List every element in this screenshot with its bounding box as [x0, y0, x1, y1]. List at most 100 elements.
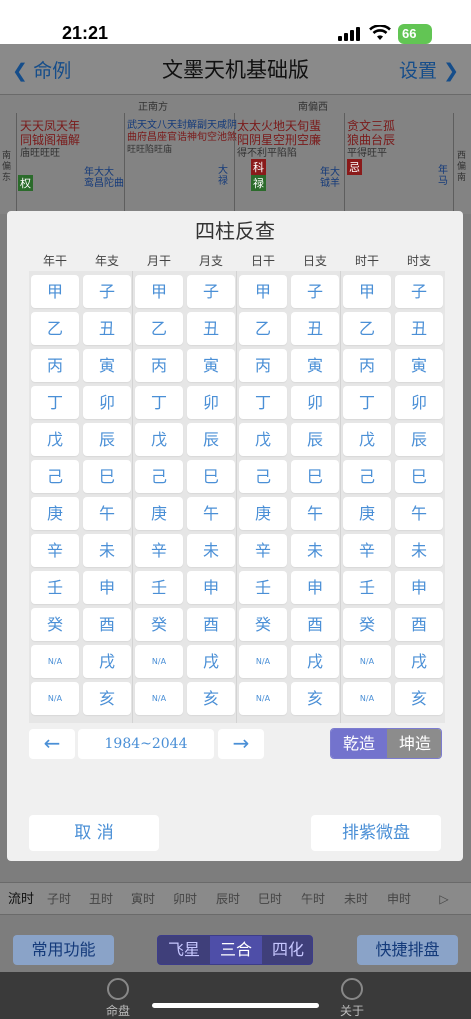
branch-option[interactable]: 巳: [291, 460, 339, 493]
branch-option[interactable]: 亥: [187, 682, 235, 715]
stem-option[interactable]: 己: [135, 460, 183, 493]
branch-option[interactable]: 寅: [187, 349, 235, 382]
stem-option[interactable]: N/A: [135, 682, 183, 715]
branch-option[interactable]: 亥: [83, 682, 131, 715]
branch-option[interactable]: 辰: [395, 423, 443, 456]
stem-option[interactable]: 壬: [135, 571, 183, 604]
hour-option[interactable]: 丑时: [80, 883, 122, 916]
branch-option[interactable]: 卯: [83, 386, 131, 419]
branch-option[interactable]: 申: [187, 571, 235, 604]
branch-option[interactable]: 酉: [291, 608, 339, 641]
stem-option[interactable]: 丁: [239, 386, 287, 419]
branch-option[interactable]: 申: [83, 571, 131, 604]
tab-about[interactable]: 关于: [322, 978, 382, 1019]
stem-option[interactable]: 乙: [343, 312, 391, 345]
stem-option[interactable]: 丁: [31, 386, 79, 419]
stem-option[interactable]: N/A: [31, 682, 79, 715]
stem-option[interactable]: 庚: [343, 497, 391, 530]
stem-option[interactable]: N/A: [343, 645, 391, 678]
stem-option[interactable]: 庚: [31, 497, 79, 530]
hour-option[interactable]: 辰时: [207, 883, 249, 916]
branch-option[interactable]: 辰: [291, 423, 339, 456]
common-functions-button[interactable]: 常用功能: [13, 935, 114, 965]
stem-option[interactable]: 癸: [343, 608, 391, 641]
branch-option[interactable]: 戌: [83, 645, 131, 678]
hour-option[interactable]: 卯时: [164, 883, 206, 916]
stem-option[interactable]: 乙: [135, 312, 183, 345]
branch-option[interactable]: 子: [83, 275, 131, 308]
stem-option[interactable]: 戊: [343, 423, 391, 456]
stem-option[interactable]: 丁: [343, 386, 391, 419]
branch-option[interactable]: 未: [395, 534, 443, 567]
branch-option[interactable]: 未: [83, 534, 131, 567]
branch-option[interactable]: 子: [187, 275, 235, 308]
stem-option[interactable]: 辛: [135, 534, 183, 567]
gender-male-option[interactable]: 乾造: [331, 729, 387, 758]
stem-option[interactable]: N/A: [31, 645, 79, 678]
stem-option[interactable]: 甲: [239, 275, 287, 308]
quick-chart-button[interactable]: 快捷排盘: [357, 935, 458, 965]
branch-option[interactable]: 寅: [395, 349, 443, 382]
branch-option[interactable]: 亥: [291, 682, 339, 715]
stem-option[interactable]: 壬: [343, 571, 391, 604]
branch-option[interactable]: 酉: [395, 608, 443, 641]
stem-option[interactable]: 癸: [135, 608, 183, 641]
branch-option[interactable]: 申: [395, 571, 443, 604]
hour-option[interactable]: 申时: [378, 883, 420, 916]
stem-option[interactable]: 甲: [343, 275, 391, 308]
branch-option[interactable]: 酉: [83, 608, 131, 641]
branch-option[interactable]: 寅: [291, 349, 339, 382]
branch-option[interactable]: 子: [291, 275, 339, 308]
hour-option[interactable]: 寅时: [122, 883, 164, 916]
branch-option[interactable]: 巳: [187, 460, 235, 493]
branch-option[interactable]: 戌: [187, 645, 235, 678]
cancel-button[interactable]: 取 消: [29, 815, 159, 851]
branch-option[interactable]: 未: [291, 534, 339, 567]
settings-button[interactable]: 设置 ❯: [399, 56, 459, 83]
branch-option[interactable]: 丑: [395, 312, 443, 345]
branch-option[interactable]: 未: [187, 534, 235, 567]
stem-option[interactable]: 甲: [31, 275, 79, 308]
stem-option[interactable]: 己: [31, 460, 79, 493]
tab-chart[interactable]: 命盘: [88, 978, 148, 1019]
stem-option[interactable]: 己: [343, 460, 391, 493]
branch-option[interactable]: 丑: [291, 312, 339, 345]
next-range-button[interactable]: →: [218, 729, 264, 759]
mode-flying-stars[interactable]: 飞星: [158, 936, 210, 964]
stem-option[interactable]: 乙: [31, 312, 79, 345]
stem-option[interactable]: 戊: [31, 423, 79, 456]
branch-option[interactable]: 巳: [395, 460, 443, 493]
stem-option[interactable]: 辛: [343, 534, 391, 567]
branch-option[interactable]: 丑: [187, 312, 235, 345]
branch-option[interactable]: 戌: [291, 645, 339, 678]
stem-option[interactable]: 壬: [31, 571, 79, 604]
stem-option[interactable]: 丁: [135, 386, 183, 419]
stem-option[interactable]: 戊: [135, 423, 183, 456]
previous-range-button[interactable]: ←: [29, 729, 75, 759]
hour-option[interactable]: 未时: [335, 883, 377, 916]
branch-option[interactable]: 辰: [187, 423, 235, 456]
branch-option[interactable]: 巳: [83, 460, 131, 493]
stem-option[interactable]: 癸: [31, 608, 79, 641]
stem-option[interactable]: 丙: [31, 349, 79, 382]
branch-option[interactable]: 午: [83, 497, 131, 530]
stem-option[interactable]: N/A: [239, 682, 287, 715]
stem-option[interactable]: 己: [239, 460, 287, 493]
branch-option[interactable]: 寅: [83, 349, 131, 382]
stem-option[interactable]: N/A: [135, 645, 183, 678]
stem-option[interactable]: 庚: [239, 497, 287, 530]
branch-option[interactable]: 子: [395, 275, 443, 308]
stem-option[interactable]: 丙: [135, 349, 183, 382]
play-icon[interactable]: ▷: [423, 883, 465, 916]
stem-option[interactable]: N/A: [343, 682, 391, 715]
branch-option[interactable]: 午: [395, 497, 443, 530]
branch-option[interactable]: 戌: [395, 645, 443, 678]
branch-option[interactable]: 午: [187, 497, 235, 530]
branch-option[interactable]: 午: [291, 497, 339, 530]
hour-option[interactable]: 子时: [38, 883, 80, 916]
stem-option[interactable]: 辛: [31, 534, 79, 567]
generate-chart-button[interactable]: 排紫微盘: [311, 815, 441, 851]
gender-female-option[interactable]: 坤造: [387, 729, 441, 758]
stem-option[interactable]: 丙: [239, 349, 287, 382]
mode-san-he[interactable]: 三合: [210, 936, 262, 964]
